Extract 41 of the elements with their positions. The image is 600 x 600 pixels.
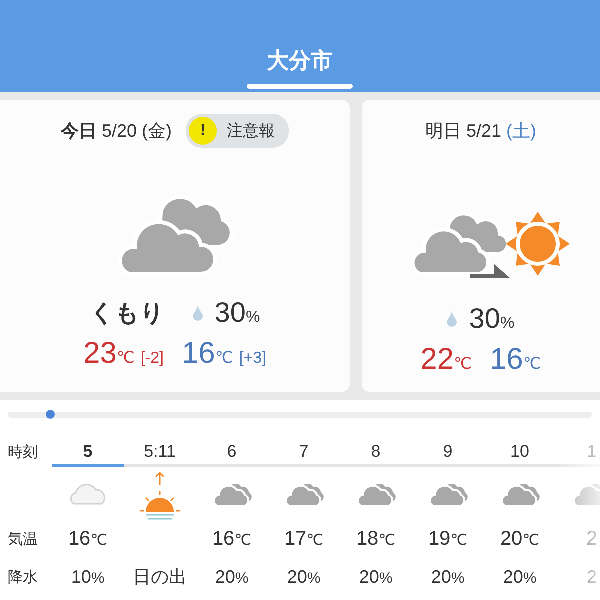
hour-temp: 20℃ bbox=[500, 527, 540, 552]
low-temp: 16℃ [+3] bbox=[182, 337, 266, 371]
high-temp: 22℃ bbox=[420, 343, 472, 377]
hour-tab[interactable]: 7 bbox=[268, 437, 340, 467]
date-label: 今日 5/20 (金) bbox=[60, 120, 172, 143]
hour-temp: 16℃ bbox=[212, 527, 252, 552]
hour-temp: 19℃ bbox=[428, 527, 468, 552]
row-label: 降水 bbox=[8, 568, 38, 588]
hour-temp: 16℃ bbox=[68, 527, 108, 552]
date-label: 明日 5/21 (土) bbox=[425, 120, 537, 143]
hour-temp: 17℃ bbox=[284, 527, 324, 552]
hour-rain: 20% bbox=[359, 566, 393, 589]
raindrop-icon bbox=[192, 305, 203, 321]
hour-tab[interactable]: 5:11 bbox=[124, 437, 196, 467]
raindrop-icon bbox=[447, 311, 458, 327]
warning-badge[interactable]: ! 注意報 bbox=[186, 114, 290, 148]
hour-temp: 18℃ bbox=[356, 527, 396, 552]
low-temp: 16℃ bbox=[490, 343, 542, 377]
hour-tab[interactable]: 9 bbox=[412, 437, 484, 467]
sunrise-label: 日の出 bbox=[133, 566, 187, 589]
scroll-indicator[interactable] bbox=[8, 412, 592, 418]
hour-rain: 20% bbox=[215, 566, 249, 589]
today-card[interactable]: 今日 5/20 (金) ! 注意報 くもり 30% 23℃ [-2] 16℃ [+3] bbox=[0, 100, 350, 392]
row-label: 気温 bbox=[8, 530, 38, 550]
tomorrow-card[interactable]: 明日 5/21 (土) 30% 22℃ 16℃ bbox=[362, 100, 600, 392]
rain-chance: 30% bbox=[469, 303, 515, 335]
high-temp: 23℃ [-2] bbox=[84, 337, 164, 371]
hour-tab[interactable]: 8 bbox=[340, 437, 412, 467]
hour-rain: 20% bbox=[503, 566, 537, 589]
city-title: 大分市 bbox=[267, 47, 333, 75]
hour-rain: 10% bbox=[71, 566, 105, 589]
hour-tab[interactable]: 5 bbox=[52, 437, 124, 467]
row-label: 時刻 bbox=[8, 442, 38, 462]
hour-tab[interactable]: 10 bbox=[484, 437, 556, 467]
hour-rain: 2 bbox=[586, 566, 597, 589]
hour-temp: 2 bbox=[586, 527, 598, 552]
hour-tab[interactable]: 6 bbox=[196, 437, 268, 467]
hour-rain: 20% bbox=[431, 566, 465, 589]
hour-rain: 20% bbox=[287, 566, 321, 589]
rain-chance: 30% bbox=[214, 297, 260, 329]
weather-condition: くもり bbox=[90, 299, 165, 329]
